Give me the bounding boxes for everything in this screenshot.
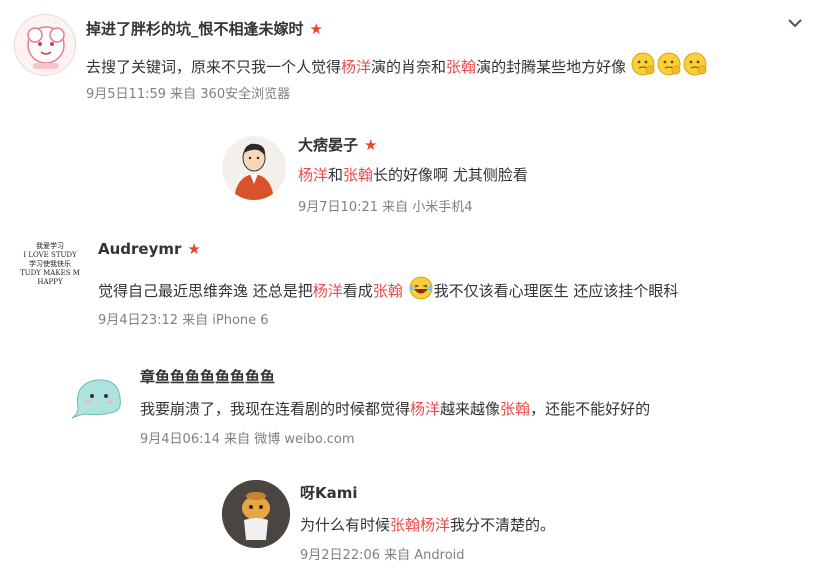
keyword-link[interactable]: 张翰 xyxy=(446,58,476,76)
avatar[interactable] xyxy=(14,14,76,76)
username[interactable]: 章鱼鱼鱼鱼鱼鱼鱼鱼 xyxy=(140,366,275,387)
text-segment: 越来越像 xyxy=(440,400,501,418)
text-segment: 为什么有时候 xyxy=(300,516,391,534)
comment-meta: 9月4日23:12 来自 iPhone 6 xyxy=(98,313,269,328)
comment-text: 去搜了关键词，原来不只我一个人觉得杨洋演的肖奈和张翰演的封腾某些地方好像 xyxy=(86,52,709,77)
comment-text: 杨洋和张翰长的好像啊 尤其侧脸看 xyxy=(298,164,528,185)
text-segment: 我不仅该看心理医生 还应该挂个眼科 xyxy=(433,282,679,300)
keyword-link[interactable]: 杨洋 xyxy=(313,282,343,300)
username-text[interactable]: Audreymr xyxy=(98,240,181,258)
text-segment: 演的肖奈和 xyxy=(371,58,447,76)
text-segment: 和 xyxy=(328,166,344,184)
keyword-link[interactable]: 张翰 xyxy=(500,400,530,418)
comment-meta: 9月7日10:21 来自 小米手机4 xyxy=(298,200,473,215)
keyword-link[interactable]: 杨洋 xyxy=(420,516,450,534)
sheep-avatar-icon xyxy=(27,26,65,69)
username-text[interactable]: 掉进了胖杉的坑_恨不相逢未嫁时 xyxy=(86,20,304,38)
avatar[interactable]: 我爱学习 I LOVE STUDY 学习使我快乐 TUDY MAKES M HA… xyxy=(14,236,86,288)
keyword-link[interactable]: 杨洋 xyxy=(341,58,371,76)
avatar[interactable] xyxy=(222,480,290,548)
keyword-link[interactable]: 张翰 xyxy=(373,282,403,300)
comment-text: 觉得自己最近思维奔逸 还总是把杨洋看成张翰 我不仅该看心理医生 还应该挂个眼科 xyxy=(98,276,678,301)
keyword-link[interactable]: 杨洋 xyxy=(410,400,440,418)
comment-text: 为什么有时候张翰杨洋我分不清楚的。 xyxy=(300,514,555,535)
thinking-face-icon xyxy=(631,52,707,76)
avatar[interactable] xyxy=(70,370,128,420)
laughing-face-icon xyxy=(409,276,433,300)
text-segment: 去搜了关键词，原来不只我一个人觉得 xyxy=(86,58,342,76)
text-segment: 觉得自己最近思维奔逸 还总是把 xyxy=(98,282,313,300)
comment-text: 我要崩溃了，我现在连看剧的时候都觉得杨洋越来越像张翰，还能不能好好的 xyxy=(140,398,650,419)
chevron-down-icon[interactable] xyxy=(784,12,806,34)
text-segment: 我分不清楚的。 xyxy=(450,516,556,534)
cartoon-man-avatar-icon xyxy=(234,143,274,200)
avatar-text-image: 我爱学习 I LOVE STUDY 学习使我快乐 TUDY MAKES M HA… xyxy=(14,236,86,287)
text-segment: 演的封腾某些地方好像 xyxy=(476,58,627,76)
blob-avatar-icon xyxy=(71,379,121,419)
comment-meta: 9月4日06:14 来自 微博 weibo.com xyxy=(140,432,355,447)
username[interactable]: 呀Kami xyxy=(300,482,358,503)
username-text[interactable]: 大痞晏子 xyxy=(298,136,358,154)
star-badge-icon: ★ xyxy=(309,20,323,38)
comment-meta: 9月2日22:06 来自 Android xyxy=(300,548,465,563)
username[interactable]: 掉进了胖杉的坑_恨不相逢未嫁时 ★ xyxy=(86,18,323,39)
username-text[interactable]: 章鱼鱼鱼鱼鱼鱼鱼鱼 xyxy=(140,368,275,386)
text-segment: 看成 xyxy=(342,282,373,300)
avatar-line: HAPPY xyxy=(37,278,63,286)
text-segment: 长的好像啊 尤其侧脸看 xyxy=(373,166,528,184)
text-segment: ，还能不能好好的 xyxy=(530,400,651,418)
star-badge-icon: ★ xyxy=(187,240,201,258)
avatar-line: I LOVE STUDY xyxy=(23,251,77,259)
avatar[interactable] xyxy=(222,136,286,200)
keyword-link[interactable]: 杨洋 xyxy=(298,166,328,184)
username[interactable]: Audreymr ★ xyxy=(98,240,201,258)
avatar-line: TUDY MAKES M xyxy=(20,269,80,277)
star-badge-icon: ★ xyxy=(364,136,378,154)
text-segment: 我要崩溃了，我现在连看剧的时候都觉得 xyxy=(140,400,411,418)
avatar-line: 我爱学习 xyxy=(36,242,64,250)
username-text[interactable]: 呀Kami xyxy=(300,484,358,502)
keyword-link[interactable]: 张翰 xyxy=(390,516,420,534)
username[interactable]: 大痞晏子 ★ xyxy=(298,134,377,155)
avatar-line: 学习使我快乐 xyxy=(29,260,71,268)
comment-meta: 9月5日11:59 来自 360安全浏览器 xyxy=(86,87,291,102)
keyword-link[interactable]: 张翰 xyxy=(343,166,373,184)
figurine-avatar-icon xyxy=(222,480,290,548)
